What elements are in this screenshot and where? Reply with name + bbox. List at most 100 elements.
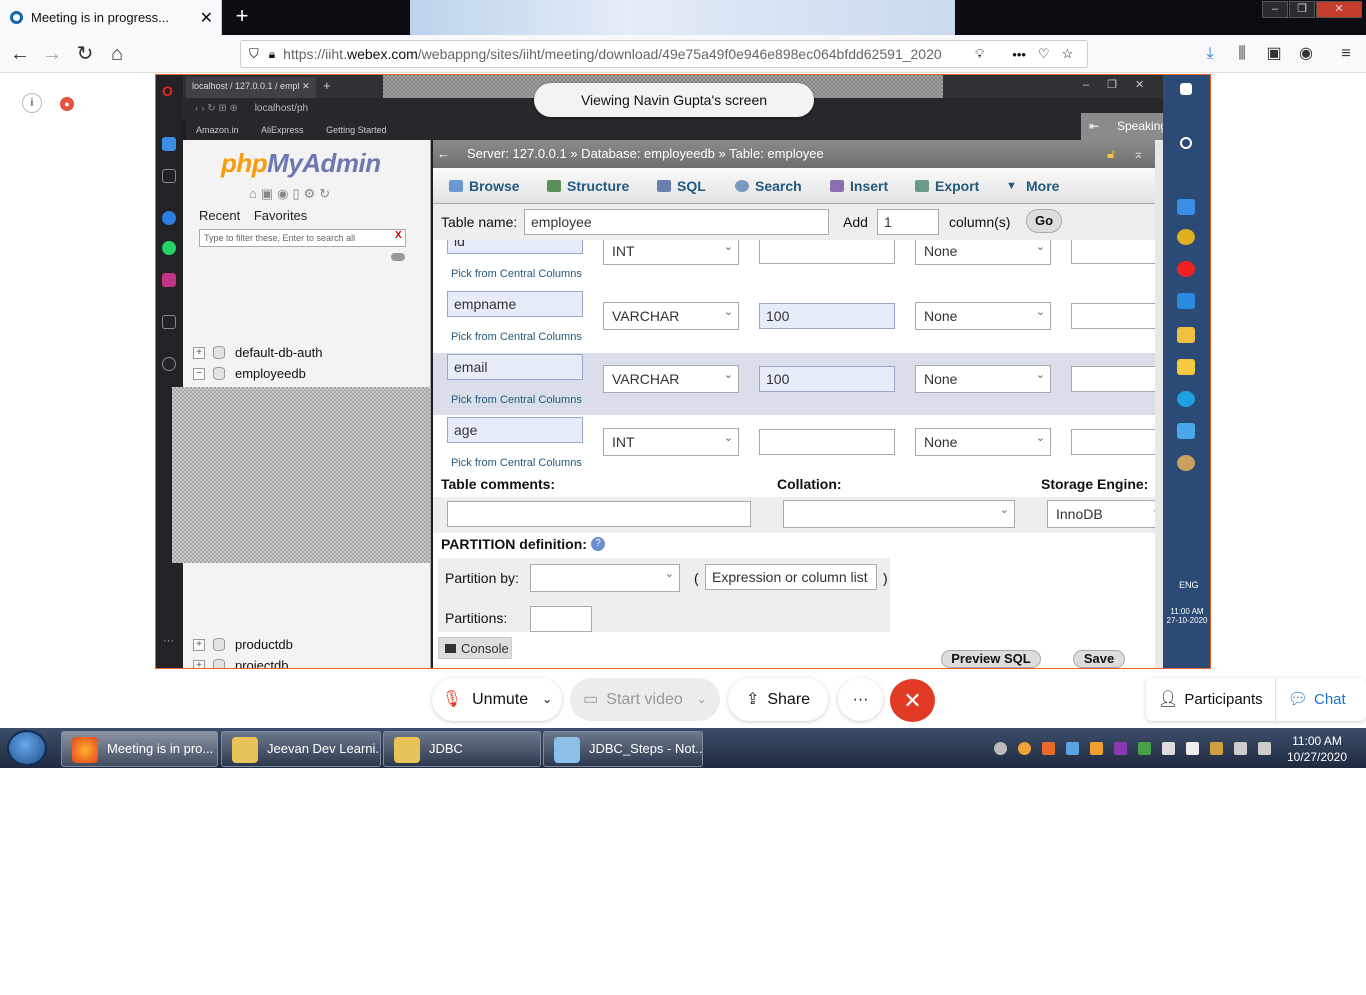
- close-window-button[interactable]: ✕: [1316, 1, 1362, 18]
- preview-sql-button[interactable]: Preview SQL: [941, 650, 1041, 668]
- sidebar-icon[interactable]: ▣: [1262, 42, 1286, 66]
- system-clock[interactable]: 11:00 AM 10/27/2020: [1282, 733, 1352, 765]
- db-item[interactable]: + default-db-auth: [193, 342, 322, 363]
- lock-icon[interactable]: 🔒︎: [269, 47, 275, 62]
- tab-recent[interactable]: Recent: [199, 208, 240, 223]
- onenote-icon[interactable]: [1114, 742, 1127, 755]
- add-columns-input[interactable]: 1: [877, 209, 939, 235]
- tray-icon[interactable]: [994, 742, 1007, 755]
- db-filter-input[interactable]: Type to filter these, Enter to search al…: [199, 229, 406, 247]
- pick-central-link[interactable]: Pick from Central Columns: [451, 331, 582, 343]
- lightbulb-icon[interactable]: 💡︎: [975, 46, 984, 62]
- pocket-icon[interactable]: ♡: [1038, 46, 1050, 62]
- vscode-icon[interactable]: [1177, 293, 1195, 309]
- minimize-icon[interactable]: ⌅: [1133, 140, 1144, 168]
- settings-icon[interactable]: [1177, 455, 1195, 471]
- tray-icon[interactable]: [1162, 742, 1175, 755]
- opera-icon[interactable]: [1177, 261, 1195, 277]
- column-default-select[interactable]: None: [915, 362, 1051, 393]
- chevron-down-icon[interactable]: ⌄: [542, 678, 552, 721]
- end-call-button[interactable]: ✕: [890, 679, 935, 722]
- account-icon[interactable]: ◉: [1294, 42, 1318, 66]
- shield-icon[interactable]: ⛉: [249, 46, 259, 62]
- column-collation-input[interactable]: [1071, 429, 1161, 455]
- app-icon[interactable]: [1177, 199, 1195, 215]
- network-icon[interactable]: [1258, 742, 1271, 755]
- edge-icon[interactable]: [1177, 391, 1195, 407]
- column-name-input[interactable]: id: [447, 240, 583, 254]
- close-tab-icon[interactable]: ✕: [200, 8, 213, 28]
- column-default-select[interactable]: None: [915, 425, 1051, 456]
- workspace-icon[interactable]: [162, 137, 176, 151]
- collapse-panel-icon[interactable]: ⇤: [1089, 113, 1099, 140]
- bookmark-amazon[interactable]: Amazon.in: [196, 125, 239, 135]
- pick-central-link[interactable]: Pick from Central Columns: [451, 268, 582, 280]
- partitions-input[interactable]: [530, 606, 592, 632]
- instagram-icon[interactable]: [162, 273, 176, 287]
- go-button[interactable]: Go: [1026, 209, 1062, 233]
- opera-new-tab[interactable]: +: [323, 78, 331, 93]
- db-item[interactable]: + productdb: [193, 634, 293, 655]
- pick-central-link[interactable]: Pick from Central Columns: [451, 457, 582, 469]
- recording-icon[interactable]: ●: [60, 97, 74, 111]
- send-icon[interactable]: [162, 315, 176, 329]
- star-icon[interactable]: [162, 169, 176, 183]
- column-collation-input[interactable]: [1071, 366, 1161, 392]
- tab-favorites[interactable]: Favorites: [254, 208, 307, 223]
- url-bar[interactable]: ⛉ 🔒︎ https://iiht.webex.com/webappng/sit…: [240, 40, 1088, 68]
- column-type-select[interactable]: VARCHAR: [603, 362, 739, 393]
- home-button[interactable]: ⌂: [103, 40, 131, 68]
- vertical-scrollbar[interactable]: [1155, 140, 1163, 668]
- whatsapp-icon[interactable]: [162, 241, 176, 255]
- flag-icon[interactable]: [1186, 742, 1199, 755]
- expression-input[interactable]: Expression or column list: [705, 564, 877, 590]
- column-default-select[interactable]: None: [915, 240, 1051, 265]
- chevron-down-icon[interactable]: ⌄: [697, 678, 707, 721]
- column-length-input[interactable]: [759, 429, 895, 455]
- column-length-input[interactable]: 100: [759, 366, 895, 392]
- taskbar-item-firefox[interactable]: Meeting is in pro...: [61, 731, 218, 767]
- meeting-info-icon[interactable]: i: [22, 93, 42, 113]
- bookmark-aliexpress[interactable]: AliExpress: [261, 125, 304, 135]
- bookmark-getting-started[interactable]: Getting Started: [326, 125, 387, 135]
- collation-select[interactable]: [783, 497, 1015, 528]
- pick-central-link[interactable]: Pick from Central Columns: [451, 394, 582, 406]
- chrome-icon[interactable]: [1177, 229, 1195, 245]
- tab-search[interactable]: Search: [729, 168, 802, 204]
- back-button[interactable]: ←: [6, 40, 34, 68]
- taskbar-item-folder[interactable]: Jeevan Dev Learni...: [221, 731, 381, 767]
- notes-icon[interactable]: [1177, 359, 1195, 375]
- table-comments-input[interactable]: [447, 501, 751, 527]
- db-item[interactable]: − employeedb: [193, 363, 306, 384]
- taskbar-item-notepad[interactable]: JDBC_Steps - Not...: [543, 731, 703, 767]
- tray-icon[interactable]: [1138, 742, 1151, 755]
- more-options-button[interactable]: ···: [838, 678, 883, 721]
- tray-icon[interactable]: [1066, 742, 1079, 755]
- opera-nav-icons[interactable]: ‹ › ↻ ⊞ ⊕: [195, 103, 238, 114]
- tab-structure[interactable]: Structure: [541, 168, 629, 204]
- chat-button[interactable]: 💬︎ Chat: [1276, 678, 1346, 721]
- save-button[interactable]: Save: [1073, 650, 1125, 668]
- phpmyadmin-logo[interactable]: phpMyAdmin: [221, 148, 381, 179]
- storage-engine-select[interactable]: InnoDB: [1047, 497, 1167, 528]
- column-type-select[interactable]: VARCHAR: [603, 299, 739, 330]
- column-collation-input[interactable]: [1071, 303, 1161, 329]
- editor-icon[interactable]: [1177, 423, 1195, 439]
- column-type-select[interactable]: INT: [603, 240, 739, 265]
- db-item[interactable]: + projectdb: [193, 655, 288, 668]
- search-icon[interactable]: [1180, 137, 1192, 149]
- console-toggle[interactable]: Console: [438, 637, 512, 659]
- library-icon[interactable]: ⫼: [1230, 42, 1254, 66]
- start-video-button[interactable]: ▭ Start video ⌄: [570, 678, 720, 721]
- messenger-icon[interactable]: [162, 211, 176, 225]
- tab-sql[interactable]: SQL: [651, 168, 706, 204]
- download-icon[interactable]: ⤓: [1198, 42, 1222, 66]
- maximize-button[interactable]: ❐: [1289, 1, 1315, 18]
- tray-icon[interactable]: [1018, 742, 1031, 755]
- reload-button[interactable]: ↻: [71, 40, 99, 68]
- column-default-select[interactable]: None: [915, 299, 1051, 330]
- forward-button[interactable]: →: [38, 40, 66, 68]
- start-button[interactable]: [7, 730, 47, 766]
- share-button[interactable]: ⇪ Share: [728, 678, 828, 721]
- partition-by-select[interactable]: [530, 561, 680, 592]
